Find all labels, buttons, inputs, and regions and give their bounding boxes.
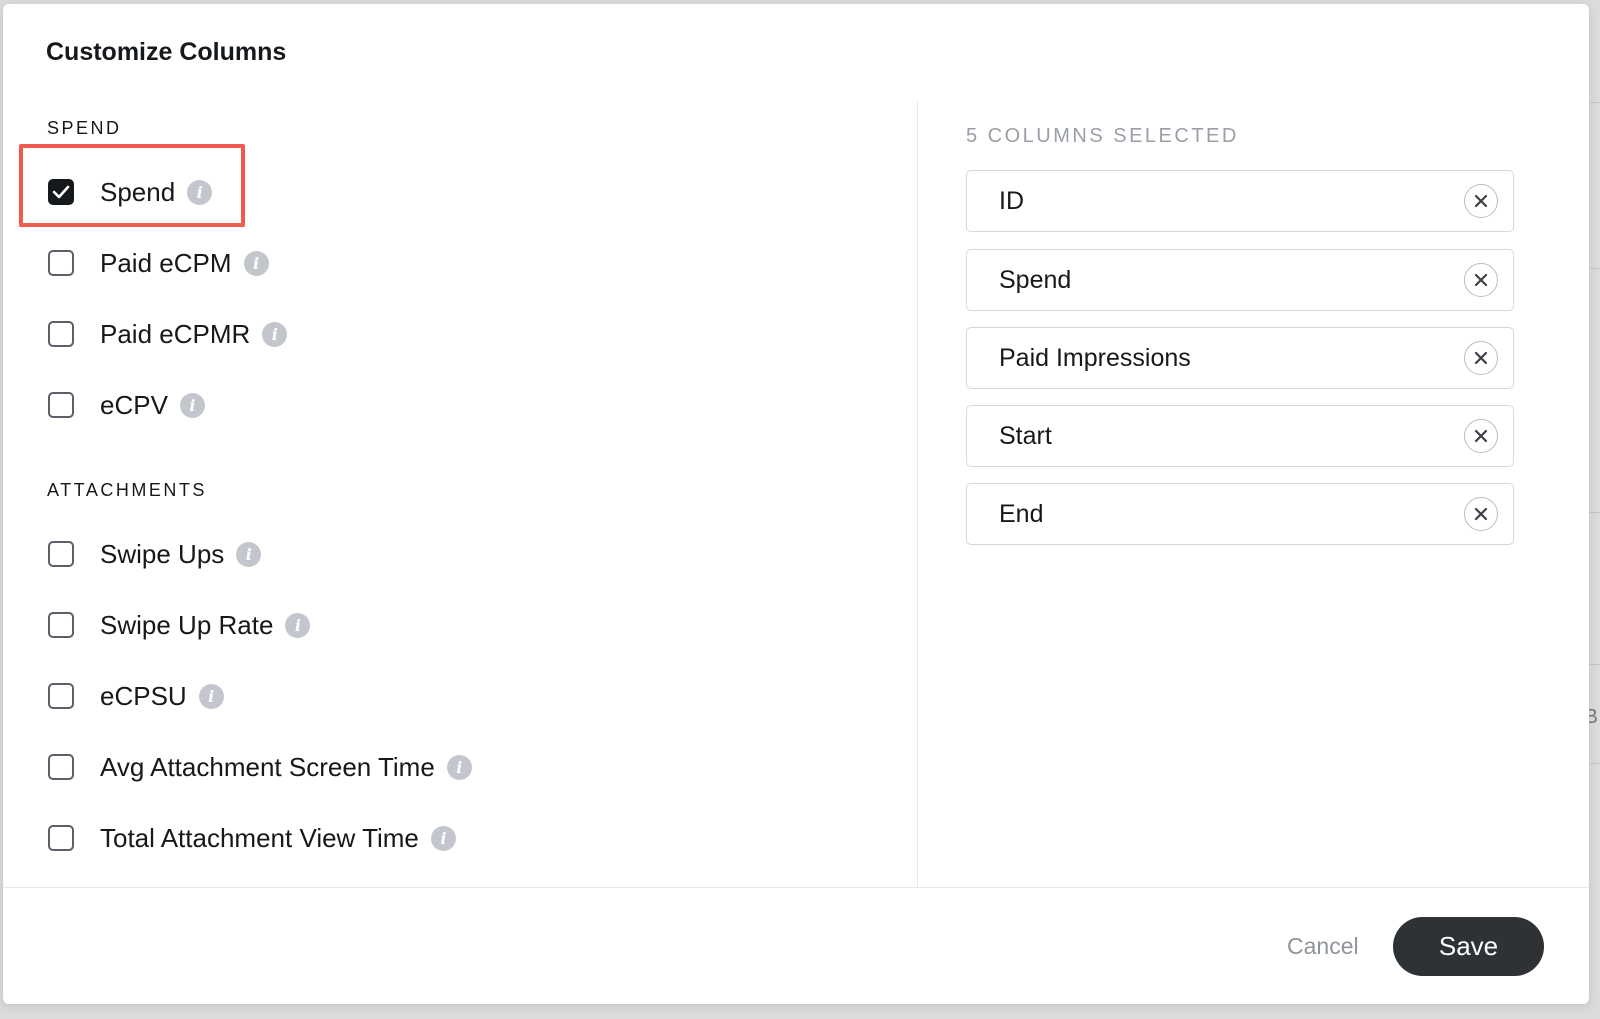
info-icon[interactable]: i: [446, 754, 472, 780]
customize-columns-dialog: Customize Columns SPEND Spend i Paid eCP…: [3, 4, 1589, 1004]
option-label: eCPSU: [100, 680, 187, 711]
option-avg-attachment-screen-time[interactable]: Avg Attachment Screen Time i: [48, 747, 472, 787]
selected-column-chip: Start: [966, 405, 1514, 467]
footer-divider: [3, 887, 1589, 888]
option-label: Swipe Up Rate: [100, 609, 274, 640]
info-icon[interactable]: i: [198, 683, 224, 709]
remove-column-button[interactable]: [1464, 341, 1498, 375]
remove-column-button[interactable]: [1464, 419, 1498, 453]
info-icon[interactable]: i: [430, 825, 456, 851]
info-icon[interactable]: i: [179, 392, 205, 418]
checkbox[interactable]: [48, 754, 74, 780]
selected-column-chip: End: [966, 483, 1514, 545]
remove-column-button[interactable]: [1464, 263, 1498, 297]
checkbox[interactable]: [48, 250, 74, 276]
option-label: Total Attachment View Time: [100, 822, 419, 853]
selected-column-chip: ID: [966, 170, 1514, 232]
option-label: eCPV: [100, 389, 168, 420]
chip-label: Paid Impressions: [999, 343, 1191, 372]
info-icon[interactable]: i: [236, 541, 262, 567]
panel-divider: [917, 102, 918, 888]
checkbox[interactable]: [48, 825, 74, 851]
option-label: Avg Attachment Screen Time: [100, 751, 435, 782]
option-total-attachment-view-time[interactable]: Total Attachment View Time i: [48, 818, 456, 858]
option-swipe-up-rate[interactable]: Swipe Up Rate i: [48, 605, 311, 645]
checkbox[interactable]: [48, 392, 74, 418]
selected-columns-count: 5 COLUMNS SELECTED: [966, 125, 1239, 147]
info-icon[interactable]: i: [243, 250, 269, 276]
chip-label: End: [999, 499, 1044, 528]
option-ecpsu[interactable]: eCPSU i: [48, 676, 224, 716]
option-paid-ecpm[interactable]: Paid eCPM i: [48, 243, 269, 283]
chip-label: Start: [999, 421, 1052, 450]
section-header-attachments: ATTACHMENTS: [47, 480, 207, 500]
checkbox[interactable]: [48, 683, 74, 709]
info-icon[interactable]: i: [262, 321, 288, 347]
checkbox[interactable]: [48, 612, 74, 638]
remove-column-button[interactable]: [1464, 497, 1498, 531]
option-swipe-ups[interactable]: Swipe Ups i: [48, 534, 262, 574]
checkbox[interactable]: [48, 541, 74, 567]
info-icon[interactable]: i: [285, 612, 311, 638]
checkbox[interactable]: [48, 321, 74, 347]
option-label: Paid eCPMR: [100, 318, 251, 349]
section-header-spend: SPEND: [47, 118, 122, 138]
chip-label: ID: [999, 186, 1024, 215]
dialog-title: Customize Columns: [46, 38, 287, 66]
selected-column-chip: Spend: [966, 249, 1514, 311]
option-paid-ecpmr[interactable]: Paid eCPMR i: [48, 314, 288, 354]
save-button[interactable]: Save: [1393, 917, 1544, 976]
option-label: Paid eCPM: [100, 247, 232, 278]
close-icon: [1474, 194, 1488, 208]
remove-column-button[interactable]: [1464, 184, 1498, 218]
selected-column-chip: Paid Impressions: [966, 327, 1514, 389]
close-icon: [1474, 273, 1488, 287]
close-icon: [1474, 351, 1488, 365]
cancel-button[interactable]: Cancel: [1287, 933, 1359, 960]
option-label: Swipe Ups: [100, 538, 225, 569]
option-ecpv[interactable]: eCPV i: [48, 385, 205, 425]
close-icon: [1474, 429, 1488, 443]
close-icon: [1474, 507, 1488, 521]
chip-label: Spend: [999, 265, 1072, 294]
highlight-annotation: [19, 144, 245, 227]
